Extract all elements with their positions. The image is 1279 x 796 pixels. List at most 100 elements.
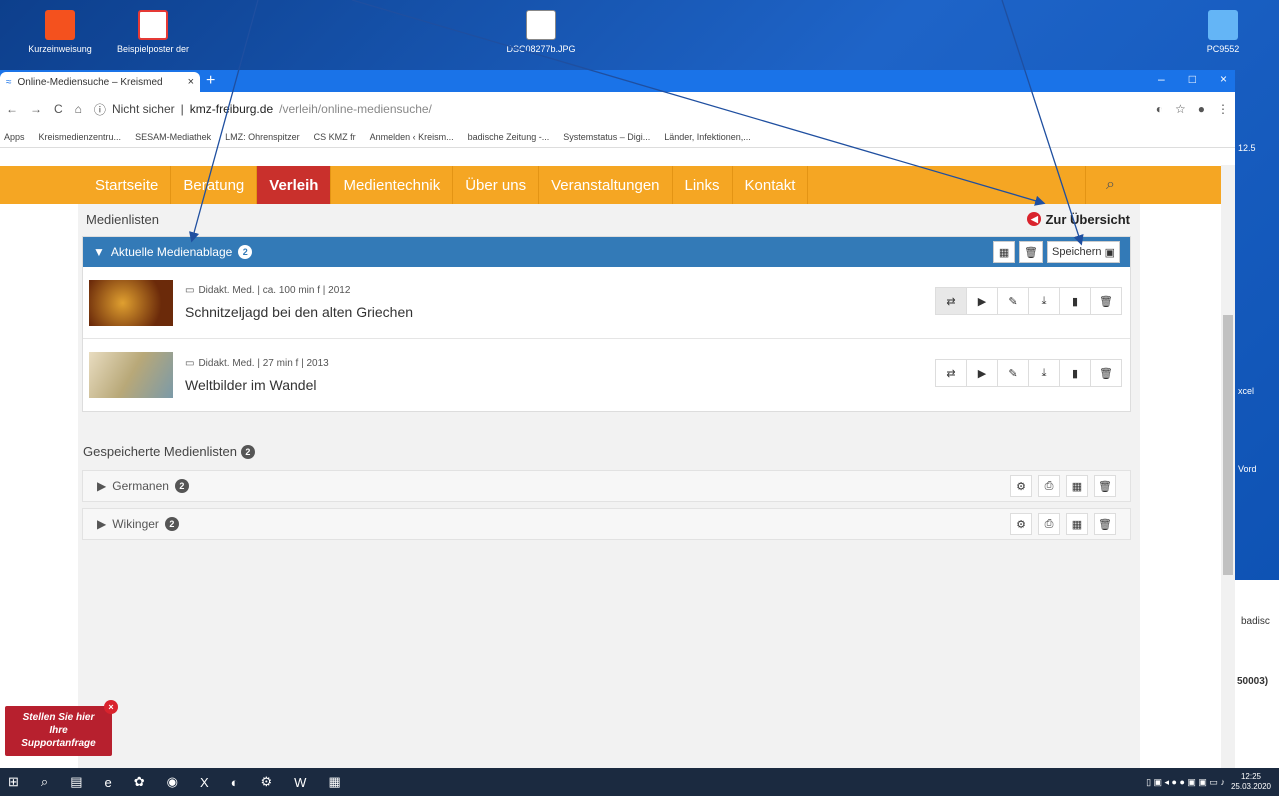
new-tab-button[interactable]: + [206, 72, 215, 90]
search-icon[interactable]: ⌕ [1085, 166, 1135, 204]
calendar-icon[interactable]: ▦ [1066, 513, 1088, 535]
calendar-icon[interactable]: ▦ [1066, 475, 1088, 497]
edit-icon[interactable]: ✎ [997, 287, 1029, 315]
document-icon[interactable]: ▮ [1059, 359, 1091, 387]
file-explorer-icon[interactable]: ▤ [70, 774, 82, 790]
trash-button[interactable]: 🗑 [1019, 241, 1043, 263]
save-button[interactable]: Speichern ▣ [1047, 241, 1120, 263]
maximize-button[interactable]: □ [1189, 72, 1196, 86]
media-title[interactable]: Weltbilder im Wandel [185, 377, 329, 393]
document-icon[interactable]: ▮ [1059, 287, 1091, 315]
back-icon[interactable]: ← [6, 102, 18, 116]
excel-icon[interactable]: X [200, 775, 209, 790]
zur-uebersicht-label: Zur Übersicht [1045, 211, 1130, 227]
desktop-icon-label: PC9552 [1206, 44, 1240, 54]
nav-startseite[interactable]: Startseite [83, 166, 172, 204]
media-title[interactable]: Schnitzeljagd bei den alten Griechen [185, 304, 413, 320]
firefox-icon[interactable]: ◐ [231, 775, 239, 790]
word-icon[interactable]: W [294, 775, 306, 790]
saved-list-tools: ⚙ ⎙ ▦ 🗑 [1010, 475, 1116, 497]
nav-veranstaltungen[interactable]: Veranstaltungen [539, 166, 673, 204]
calculator-icon[interactable]: ▦ [328, 774, 340, 790]
trash-icon[interactable]: 🗑 [1090, 359, 1122, 387]
computer-icon [1208, 10, 1238, 40]
print-icon[interactable]: ⎙ [1038, 475, 1060, 497]
bookmark-cs-kmz[interactable]: CS KMZ fr [314, 132, 356, 142]
browser-tab[interactable]: ≈ Online-Mediensuche – Kreismed × [0, 72, 200, 92]
url-field[interactable]: ⓘ Nicht sicher | kmz-freiburg.de/verleih… [94, 101, 1144, 118]
reload-icon[interactable]: C [54, 102, 63, 116]
bookmark-sesam[interactable]: SESAM-Mediathek [135, 132, 211, 142]
bookmark-kreismedienzentrum[interactable]: Kreismedienzentru... [39, 132, 122, 142]
edge-icon[interactable]: e [104, 775, 111, 790]
bookmark-laender[interactable]: Länder, Infektionen,... [664, 132, 751, 142]
saved-list-germanen[interactable]: ▶ Germanen 2 ⚙ ⎙ ▦ 🗑 [82, 470, 1131, 502]
media-thumbnail[interactable] [89, 279, 173, 326]
address-bar: ← → C ⌂ ⓘ Nicht sicher | kmz-freiburg.de… [0, 92, 1235, 126]
saved-list-name: Germanen [112, 479, 169, 493]
extension-icon[interactable]: ◐ [1156, 102, 1163, 116]
bookmark-apps[interactable]: Apps [4, 132, 25, 142]
menu-icon[interactable]: ⋮ [1217, 102, 1229, 116]
saved-list-name: Wikinger [112, 517, 159, 531]
edit-icon[interactable]: ✎ [997, 359, 1029, 387]
zur-uebersicht-link[interactable]: ◀ Zur Übersicht [1027, 212, 1130, 227]
bookmark-badische-zeitung[interactable]: badische Zeitung -... [468, 132, 550, 142]
windows-start-icon[interactable]: ⊞ [8, 774, 19, 790]
support-request-widget[interactable]: Stellen Sie hier Ihre Supportanfrage × [5, 700, 118, 756]
close-window-button[interactable]: × [1220, 72, 1227, 86]
play-icon[interactable]: ▶ [966, 359, 998, 387]
nav-links[interactable]: Links [673, 166, 733, 204]
download-icon[interactable]: ⤓ [1028, 287, 1060, 315]
profile-icon[interactable]: ● [1198, 102, 1205, 116]
swap-icon[interactable]: ⇄ [935, 359, 967, 387]
count-badge: 2 [164, 517, 179, 531]
taskbar: ⊞ ⌕ ▤ e ✿ ◉ X ◐ ⚙ W ▦ ▯ ▣ ◂ ● ● ▣ ▣ ▭ ♪ … [0, 768, 1279, 796]
swap-icon[interactable]: ⇄ [935, 287, 967, 315]
close-support-button[interactable]: × [104, 700, 118, 714]
trash-icon[interactable]: 🗑 [1094, 475, 1116, 497]
gear-icon[interactable]: ⚙ [261, 774, 273, 790]
minimize-button[interactable]: – [1158, 72, 1165, 86]
close-tab-icon[interactable]: × [188, 76, 194, 88]
nav-kontakt[interactable]: Kontakt [733, 166, 809, 204]
chrome-icon[interactable]: ◉ [167, 774, 178, 790]
scrollbar-thumb[interactable] [1223, 315, 1233, 575]
bookmark-anmelden[interactable]: Anmelden ‹ Kreism... [370, 132, 454, 142]
aktuelle-medienablage-header[interactable]: ▼ Aktuelle Medienablage 2 ▦ 🗑 Speichern … [83, 237, 1130, 267]
tab-strip: ≈ Online-Mediensuche – Kreismed × + – □ … [0, 70, 1235, 92]
back-arrow-icon: ◀ [1027, 212, 1042, 226]
gear-icon[interactable]: ⚙ [1010, 513, 1032, 535]
scrollbar[interactable] [1221, 165, 1235, 768]
clock[interactable]: 12:25 25.03.2020 [1231, 772, 1271, 792]
app-icon[interactable]: ✿ [134, 774, 145, 790]
forward-icon[interactable]: → [30, 102, 42, 116]
saved-list-wikinger[interactable]: ▶ Wikinger 2 ⚙ ⎙ ▦ 🗑 [82, 508, 1131, 540]
download-icon[interactable]: ⤓ [1028, 359, 1060, 387]
media-item: ▭ Didakt. Med. | 27 min f | 2013 Weltbil… [83, 339, 1130, 411]
tray-icons[interactable]: ▯ ▣ ◂ ● ● ▣ ▣ ▭ ♪ [1146, 777, 1225, 788]
bookmark-lmz[interactable]: LMZ: Ohrenspitzer [225, 132, 300, 142]
nav-medientechnik[interactable]: Medientechnik [331, 166, 454, 204]
print-icon[interactable]: ⎙ [1038, 513, 1060, 535]
play-icon[interactable]: ▶ [966, 287, 998, 315]
search-icon[interactable]: ⌕ [41, 774, 48, 790]
desktop-icon-beispielposter[interactable]: Beispielposter der [108, 0, 198, 54]
calendar-button[interactable]: ▦ [993, 241, 1016, 263]
desktop-icon-dsc08277b[interactable]: DSC08277b.JPG [496, 0, 586, 54]
bookmark-systemstatus[interactable]: Systemstatus – Digi... [563, 132, 650, 142]
desktop-icon-kurzeinweisung[interactable]: Kurzeinweisung [15, 0, 105, 54]
desktop-icon-pc9552[interactable]: PC9552 [1178, 0, 1268, 54]
nav-ueber-uns[interactable]: Über uns [453, 166, 540, 204]
url-path: /verleih/online-mediensuche/ [279, 102, 432, 116]
gear-icon[interactable]: ⚙ [1010, 475, 1032, 497]
monitor-icon: ▭ [185, 285, 195, 296]
nav-beratung[interactable]: Beratung [171, 166, 258, 204]
media-thumbnail[interactable] [89, 352, 173, 398]
nav-verleih[interactable]: Verleih [257, 166, 332, 204]
star-icon[interactable]: ☆ [1175, 102, 1186, 116]
trash-icon[interactable]: 🗑 [1090, 287, 1122, 315]
trash-icon[interactable]: 🗑 [1094, 513, 1116, 535]
desktop-icon-label: DSC08277b.JPG [506, 44, 576, 54]
home-icon[interactable]: ⌂ [75, 102, 82, 116]
